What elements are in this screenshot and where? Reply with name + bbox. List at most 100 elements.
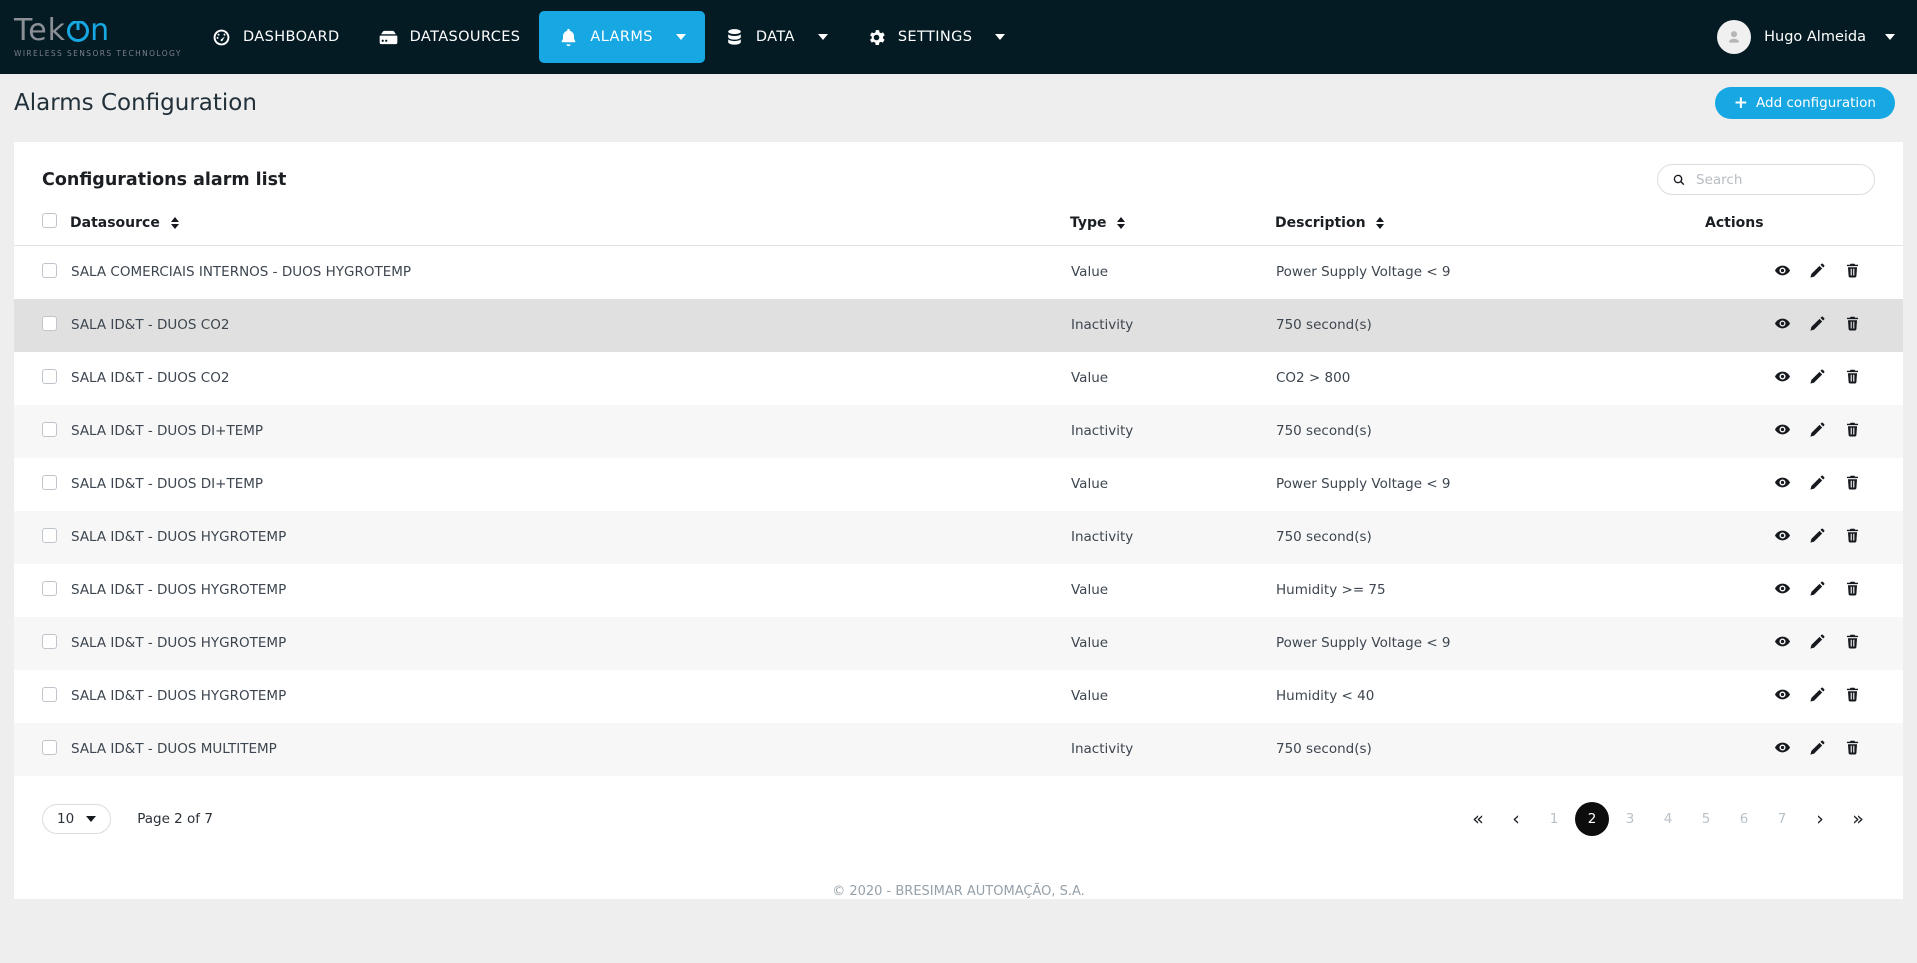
select-all-checkbox[interactable] [42, 213, 57, 228]
table-row[interactable]: SALA ID&T - DUOS HYGROTEMP Value Power Sup… [14, 616, 1903, 670]
row-action-group [1774, 686, 1861, 703]
nav-item-dashboard[interactable]: DASHBOARD [192, 11, 359, 63]
pencil-icon[interactable] [1809, 421, 1826, 438]
cell-datasource: SALA ID&T - DUOS DI+TEMP [71, 423, 264, 439]
pencil-icon[interactable] [1809, 580, 1826, 597]
nav-item-settings[interactable]: SETTINGS [847, 11, 1025, 63]
brand-logo[interactable]: Tek n WIRELESS SENSORS TECHNOLOGY [14, 13, 180, 59]
pencil-icon[interactable] [1809, 527, 1826, 544]
nav-item-datasources[interactable]: DATASOURCES [359, 11, 540, 63]
eye-icon[interactable] [1774, 315, 1791, 332]
trash-icon[interactable] [1844, 368, 1861, 385]
cell-description: 750 second(s) [1276, 741, 1372, 757]
chevron-down-icon[interactable] [1885, 34, 1895, 40]
row-checkbox[interactable] [42, 633, 57, 649]
trash-icon[interactable] [1844, 739, 1861, 756]
eye-icon[interactable] [1774, 580, 1791, 597]
column-header-datasource[interactable]: Datasource [70, 213, 1070, 246]
cell-type: Inactivity [1071, 741, 1134, 757]
trash-icon[interactable] [1844, 527, 1861, 544]
pencil-icon[interactable] [1809, 686, 1826, 703]
user-menu[interactable]: Hugo Almeida [1717, 20, 1895, 54]
cell-datasource: SALA ID&T - DUOS DI+TEMP [71, 476, 264, 492]
page-number-6[interactable]: 6 [1727, 802, 1761, 836]
table-row[interactable]: SALA ID&T - DUOS DI+TEMP Value Power Suppl… [14, 458, 1903, 511]
cell-description: Power Supply Voltage < 9 [1276, 635, 1451, 651]
pencil-icon[interactable] [1809, 739, 1826, 756]
eye-icon[interactable] [1774, 421, 1791, 438]
row-select-cell [14, 352, 70, 405]
nav-item-data[interactable]: DATA [705, 11, 847, 63]
chevron-down-icon [817, 34, 828, 40]
plus-icon: + [1733, 92, 1749, 113]
next-page-button[interactable]: › [1803, 802, 1837, 836]
cell-actions [1705, 670, 1903, 723]
nav-item-alarms[interactable]: ALARMS [539, 11, 705, 63]
table-row[interactable]: SALA ID&T - DUOS MULTITEMP Inactivity 750 … [14, 722, 1903, 776]
page-number-1[interactable]: 1 [1537, 802, 1571, 836]
pencil-icon[interactable] [1809, 474, 1826, 491]
pencil-icon[interactable] [1809, 315, 1826, 332]
sort-icon[interactable] [1117, 216, 1126, 229]
logo-primary-text: Tek [14, 13, 67, 48]
table-row[interactable]: SALA ID&T - DUOS CO2 Value CO2 > 800 [14, 352, 1903, 405]
cell-type: Inactivity [1071, 529, 1134, 545]
row-checkbox[interactable] [42, 368, 57, 384]
row-checkbox[interactable] [42, 474, 57, 490]
last-page-button[interactable]: » [1841, 802, 1875, 836]
row-checkbox[interactable] [42, 580, 57, 596]
cell-description: Power Supply Voltage < 9 [1276, 476, 1451, 492]
table-row[interactable]: SALA ID&T - DUOS DI+TEMP Inactivity 750 se… [14, 404, 1903, 458]
trash-icon[interactable] [1844, 262, 1861, 279]
table-row[interactable]: SALA COMERCIAIS INTERNOS - DUOS HYGROTEM… [14, 246, 1903, 299]
select-all-header [14, 213, 70, 246]
page-number-5[interactable]: 5 [1689, 802, 1723, 836]
table-row[interactable]: SALA ID&T - DUOS HYGROTEMP Value Humidity … [14, 670, 1903, 723]
column-header-type[interactable]: Type [1070, 213, 1275, 246]
table-row[interactable]: SALA ID&T - DUOS CO2 Inactivity 750 second… [14, 298, 1903, 352]
eye-icon[interactable] [1774, 262, 1791, 279]
page-number-4[interactable]: 4 [1651, 802, 1685, 836]
pencil-icon[interactable] [1809, 262, 1826, 279]
row-checkbox[interactable] [42, 315, 57, 331]
eye-icon[interactable] [1774, 474, 1791, 491]
page-number-3[interactable]: 3 [1613, 802, 1647, 836]
trash-icon[interactable] [1844, 474, 1861, 491]
trash-icon[interactable] [1844, 315, 1861, 332]
page-number-2[interactable]: 2 [1575, 801, 1609, 836]
cell-type: Value [1071, 688, 1109, 704]
cell-datasource: SALA ID&T - DUOS CO2 [71, 370, 230, 386]
pencil-icon[interactable] [1809, 368, 1826, 385]
first-page-button[interactable]: « [1461, 802, 1495, 836]
column-label: Actions [1705, 214, 1764, 231]
sort-icon[interactable] [1376, 216, 1385, 229]
table-row[interactable]: SALA ID&T - DUOS HYGROTEMP Value Humidity … [14, 564, 1903, 617]
pencil-icon[interactable] [1809, 633, 1826, 650]
row-checkbox[interactable] [42, 686, 57, 702]
trash-icon[interactable] [1844, 421, 1861, 438]
eye-icon[interactable] [1774, 686, 1791, 703]
search-input[interactable] [1657, 164, 1875, 195]
column-header-description[interactable]: Description [1275, 213, 1705, 246]
row-checkbox[interactable] [42, 421, 57, 437]
trash-icon[interactable] [1844, 686, 1861, 703]
sort-icon[interactable] [170, 216, 179, 229]
eye-icon[interactable] [1774, 633, 1791, 650]
database-icon [724, 27, 745, 48]
page-size-select[interactable]: 10 [42, 803, 112, 834]
row-select-cell [14, 723, 70, 776]
prev-page-button[interactable]: ‹ [1499, 802, 1533, 836]
eye-icon[interactable] [1774, 368, 1791, 385]
row-checkbox[interactable] [42, 739, 57, 755]
cell-description: CO2 > 800 [1276, 370, 1351, 386]
cell-type: Value [1071, 370, 1109, 386]
eye-icon[interactable] [1774, 527, 1791, 544]
eye-icon[interactable] [1774, 739, 1791, 756]
row-checkbox[interactable] [42, 527, 57, 543]
trash-icon[interactable] [1844, 580, 1861, 597]
page-number-7[interactable]: 7 [1765, 802, 1799, 836]
trash-icon[interactable] [1844, 633, 1861, 650]
add-configuration-button[interactable]: + Add configuration [1714, 87, 1895, 119]
row-checkbox[interactable] [42, 262, 57, 278]
table-row[interactable]: SALA ID&T - DUOS HYGROTEMP Inactivity 750 … [14, 510, 1903, 564]
